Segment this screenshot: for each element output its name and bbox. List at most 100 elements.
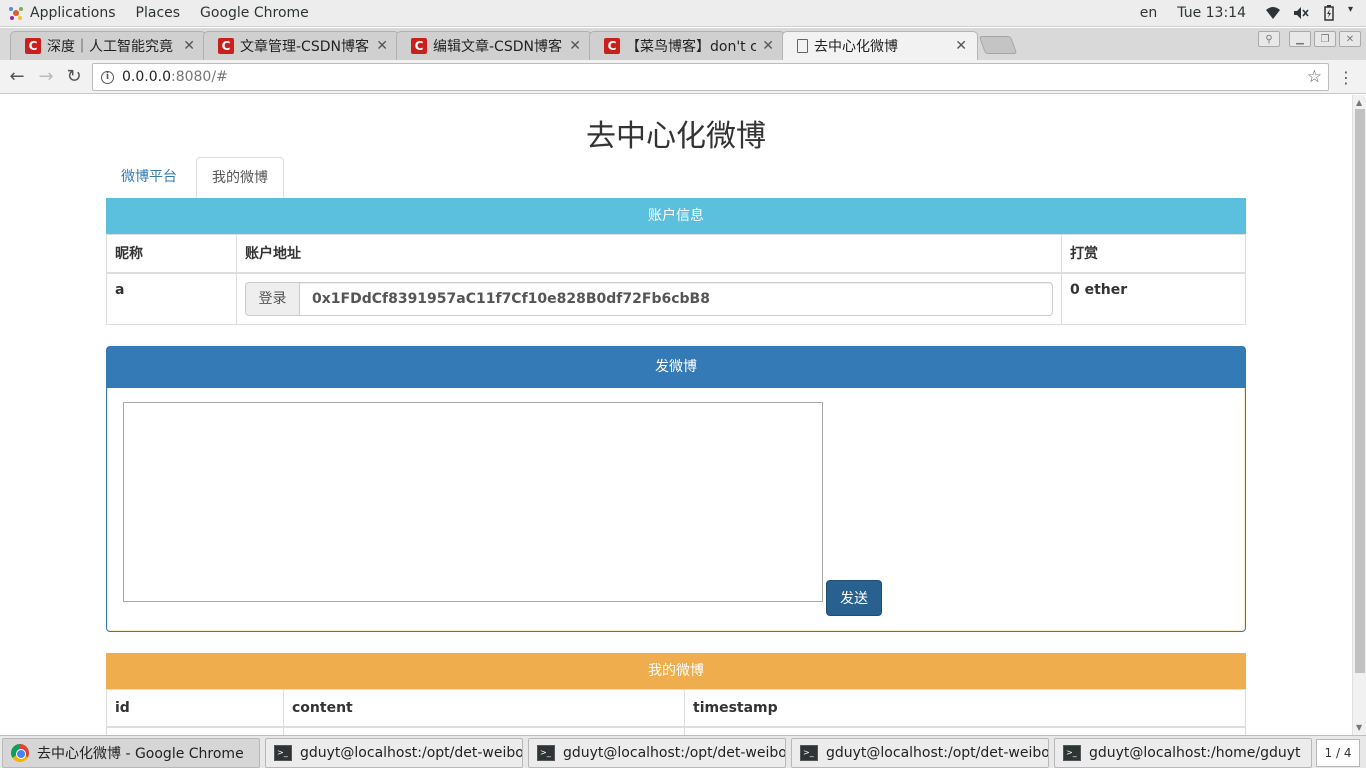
- document-favicon-icon: [797, 39, 808, 53]
- csdn-favicon-icon: C: [25, 38, 41, 54]
- column-id: id: [106, 688, 284, 728]
- window-list-taskbar: 去中心化微博 - Google Chrome >_ gduyt@localhos…: [0, 735, 1366, 768]
- my-weibo-table: id content timestamp: [106, 688, 1246, 735]
- app-menu-label: Google Chrome: [200, 5, 309, 21]
- chrome-icon: [11, 744, 29, 762]
- column-timestamp: timestamp: [684, 688, 1246, 728]
- taskbar-item-terminal-2[interactable]: >_ gduyt@localhost:/opt/det-weibo/app: [528, 738, 786, 768]
- address-bar[interactable]: i 0.0.0.0:8080/# ☆: [92, 63, 1329, 91]
- url-path: :8080/#: [170, 69, 228, 85]
- clock[interactable]: Tue 13:14: [1177, 5, 1246, 21]
- column-reward: 打赏: [1061, 234, 1246, 274]
- minimize-window-button[interactable]: ▁: [1289, 31, 1311, 47]
- taskbar-item-label: gduyt@localhost:/home/gduyt: [1089, 745, 1301, 761]
- tab-my-weibo[interactable]: 我的微博: [196, 157, 284, 198]
- close-window-button[interactable]: ✕: [1339, 31, 1361, 47]
- battery-icon[interactable]: [1320, 4, 1338, 22]
- column-address: 账户地址: [236, 234, 1062, 274]
- back-arrow-icon[interactable]: ←: [6, 66, 28, 87]
- wifi-icon[interactable]: [1264, 4, 1282, 22]
- input-language-indicator[interactable]: en: [1140, 5, 1158, 21]
- terminal-icon: >_: [800, 745, 818, 761]
- my-weibo-heading: 我的微博: [106, 652, 1246, 689]
- taskbar-item-chrome[interactable]: 去中心化微博 - Google Chrome: [2, 738, 260, 768]
- post-weibo-heading: 发微博: [107, 346, 1245, 388]
- page-title: 去中心化微博: [586, 119, 766, 154]
- table-row: [106, 726, 1246, 735]
- account-table: 昵称 账户地址 打赏 a 登录 0x1FDdCf8391957aC11f7Cf1…: [106, 234, 1246, 325]
- applications-icon: [9, 7, 23, 20]
- workspace-pager[interactable]: 1 / 4: [1316, 739, 1360, 767]
- scrollbar-thumb[interactable]: [1355, 109, 1365, 673]
- table-row: a 登录 0x1FDdCf8391957aC11f7Cf10e828B0df72…: [106, 272, 1246, 325]
- tab-close-icon[interactable]: ✕: [762, 38, 774, 54]
- reload-icon[interactable]: ↻: [63, 66, 85, 87]
- tab-close-icon[interactable]: ✕: [376, 38, 388, 54]
- taskbar-item-terminal-4[interactable]: >_ gduyt@localhost:/home/gduyt: [1054, 738, 1312, 768]
- weibo-content-textarea[interactable]: [123, 401, 823, 602]
- scroll-up-arrow-icon[interactable]: ▲: [1356, 98, 1362, 107]
- url-host: 0.0.0.0: [122, 69, 171, 85]
- forward-arrow-icon[interactable]: →: [35, 66, 57, 87]
- new-tab-button[interactable]: [978, 36, 1018, 54]
- tab-title: 深度｜人工智能究竟: [47, 39, 173, 55]
- table-header-row: 昵称 账户地址 打赏: [106, 234, 1246, 274]
- scroll-down-arrow-icon[interactable]: ▼: [1356, 723, 1362, 732]
- post-weibo-panel: 发微博 发送: [106, 345, 1246, 632]
- taskbar-item-terminal-1[interactable]: >_ gduyt@localhost:/opt/det-weibo/app: [265, 738, 523, 768]
- browser-tab-3[interactable]: C 编辑文章-CSDN博客 ✕: [396, 31, 592, 60]
- terminal-icon: >_: [1063, 745, 1081, 761]
- taskbar-item-label: gduyt@localhost:/opt/det-weibo/app: [563, 745, 786, 761]
- account-info-heading: 账户信息: [106, 198, 1246, 234]
- address-input-group: 登录 0x1FDdCf8391957aC11f7Cf10e828B0df72Fb…: [245, 281, 1053, 316]
- table-header-row: id content timestamp: [106, 688, 1246, 728]
- nickname-value: a: [106, 272, 237, 325]
- send-button[interactable]: 发送: [826, 579, 882, 616]
- column-content: content: [283, 688, 685, 728]
- profile-icon[interactable]: ⚲: [1258, 31, 1280, 47]
- tab-close-icon[interactable]: ✕: [569, 38, 581, 54]
- site-info-icon[interactable]: i: [101, 70, 114, 84]
- browser-tab-active[interactable]: 去中心化微博 ✕: [782, 31, 978, 60]
- nav-tabs: 微博平台 我的微博: [106, 157, 1246, 198]
- login-button[interactable]: 登录: [245, 281, 299, 316]
- csdn-favicon-icon: C: [411, 38, 427, 54]
- tab-close-icon[interactable]: ✕: [183, 38, 195, 54]
- places-menu[interactable]: Places: [128, 0, 193, 27]
- terminal-icon: >_: [537, 745, 555, 761]
- gnome-top-bar: Applications Places Google Chrome en Tue…: [0, 0, 1366, 27]
- terminal-icon: >_: [274, 745, 292, 761]
- tab-title: 去中心化微博: [814, 39, 898, 55]
- browser-tab-4[interactable]: C 【菜鸟博客】don't c ✕: [589, 31, 785, 60]
- page-viewport: 去中心化微博 微博平台 我的微博 账户信息 昵称 账户地址 打赏 a 登录 0x…: [0, 95, 1352, 735]
- volume-muted-icon[interactable]: [1292, 4, 1310, 22]
- post-weibo-body: 发送: [107, 387, 1245, 631]
- applications-menu[interactable]: Applications: [0, 0, 128, 27]
- chrome-menu-icon[interactable]: ⋮: [1338, 68, 1354, 87]
- account-address-field[interactable]: 0x1FDdCf8391957aC11f7Cf10e828B0df72Fb6cb…: [299, 281, 1053, 316]
- tab-title: 【菜鸟博客】don't c: [626, 39, 757, 55]
- page-scrollbar[interactable]: ▲ ▼: [1352, 95, 1366, 735]
- address-cell: 登录 0x1FDdCf8391957aC11f7Cf10e828B0df72Fb…: [236, 272, 1062, 325]
- tab-weibo-platform[interactable]: 微博平台: [106, 157, 192, 198]
- column-nickname: 昵称: [106, 234, 237, 274]
- browser-tab-2[interactable]: C 文章管理-CSDN博客 ✕: [203, 31, 399, 60]
- system-menu-arrow-icon[interactable]: ▾: [1348, 4, 1356, 22]
- applications-label: Applications: [30, 5, 116, 21]
- app-menu[interactable]: Google Chrome: [192, 0, 321, 27]
- taskbar-item-label: gduyt@localhost:/opt/det-weibo/app: [300, 745, 523, 761]
- taskbar-item-label: gduyt@localhost:/opt/det-weibo/app: [826, 745, 1049, 761]
- browser-tab-1[interactable]: C 深度｜人工智能究竟 ✕: [10, 31, 206, 60]
- taskbar-item-label: 去中心化微博 - Google Chrome: [37, 746, 244, 762]
- tab-title: 文章管理-CSDN博客: [240, 39, 369, 55]
- maximize-window-button[interactable]: ❐: [1314, 31, 1336, 47]
- chrome-tab-strip: C 深度｜人工智能究竟 ✕ C 文章管理-CSDN博客 ✕ C 编辑文章-CSD…: [0, 28, 1366, 60]
- taskbar-item-terminal-3[interactable]: >_ gduyt@localhost:/opt/det-weibo/app: [791, 738, 1049, 768]
- csdn-favicon-icon: C: [218, 38, 234, 54]
- chrome-toolbar: ← → ↻ i 0.0.0.0:8080/# ☆ ⋮: [0, 60, 1366, 94]
- bookmark-star-icon[interactable]: ☆: [1307, 67, 1322, 87]
- csdn-favicon-icon: C: [604, 38, 620, 54]
- tab-title: 编辑文章-CSDN博客: [433, 39, 562, 55]
- reward-value: 0 ether: [1061, 272, 1246, 325]
- tab-close-icon[interactable]: ✕: [955, 38, 967, 54]
